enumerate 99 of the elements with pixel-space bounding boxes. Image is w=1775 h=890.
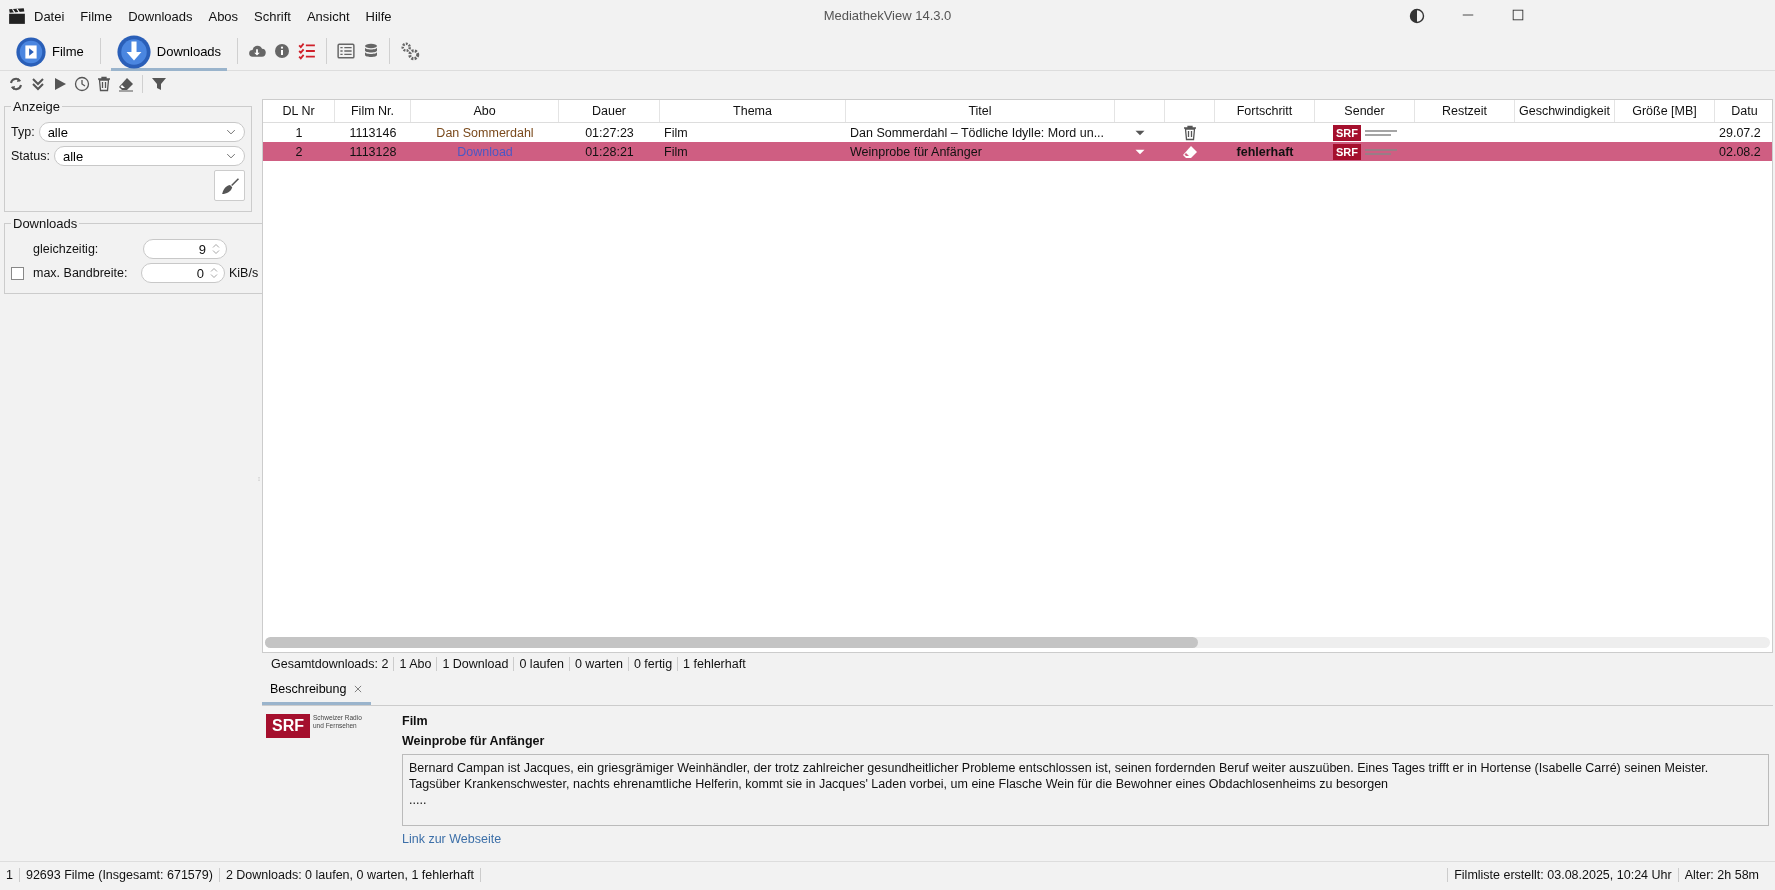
eraser-icon[interactable]	[118, 76, 134, 92]
column-header[interactable]: Film Nr.	[335, 100, 411, 122]
count-label: 1 Abo	[393, 657, 437, 671]
chevron-down-icon	[226, 151, 236, 161]
table-cell-text: 29.07.2	[1718, 125, 1762, 140]
dropdown[interactable]: alle	[53, 146, 245, 166]
logo-caption-icon	[1364, 147, 1398, 156]
brush-icon	[220, 176, 239, 195]
table-cell-text: Film	[663, 144, 689, 159]
unit-label: KiB/s	[229, 266, 259, 280]
website-link[interactable]: Link zur Webseite	[402, 832, 502, 846]
count-label: 0 laufen	[513, 657, 569, 671]
table-cell-text: Film	[663, 125, 689, 140]
number-field[interactable]: 0	[141, 263, 225, 283]
column-header[interactable]: DL Nr	[263, 100, 335, 122]
table-cell-text: 1113146	[348, 125, 398, 140]
menu-item[interactable]: Downloads	[120, 4, 201, 28]
table-cell-text: 01:27:23	[584, 125, 635, 140]
column-header[interactable]: Sender	[1315, 100, 1415, 122]
menu-item[interactable]: Abos	[200, 4, 247, 28]
menu-item[interactable]: Datei	[26, 4, 73, 28]
window-title: MediathekView 14.3.0	[823, 8, 952, 23]
film-circle-icon[interactable]	[16, 36, 46, 67]
count-label: 0 warten	[568, 657, 628, 671]
description-text: Bernard Campan ist Jacques, ein griesgrämiger Weinhändler, der trotz zahlreicher gesundheitlicher Probleme entschlossen ist, seinen fordernden Beruf weiter auszuüben. Eines Tages trifft er in Hortense (Isabelle Carré) seinen Meister. Tagsüber Krankenschwester, nachts ehrenamtliche Helferin, kommt sie in Jacques' Laden vorbei, um eine Flasche Wein für die Bewohner eines Obdachlosenheims zu besorgen	[409, 760, 1710, 792]
panel-title: Downloads	[12, 216, 79, 231]
sender-logo: SRF	[266, 714, 310, 738]
eraser-icon[interactable]	[1182, 143, 1198, 160]
table-cell-text: Dan Sommerdahl – Tödliche Idylle: Mord un...	[849, 125, 1106, 140]
number-field[interactable]: 9	[143, 239, 227, 259]
table-cell-text: 02.08.2	[1718, 144, 1762, 159]
count-label: 0 fertig	[627, 657, 678, 671]
play-icon[interactable]	[52, 76, 68, 92]
close-icon[interactable]	[353, 684, 364, 694]
field-label: Status:	[11, 149, 50, 163]
checkbox[interactable]	[11, 266, 24, 280]
clapperboard-icon	[8, 7, 26, 25]
column-header[interactable]: Geschwindigkeit	[1515, 100, 1615, 122]
scrollbar-thumb[interactable]	[265, 637, 1199, 648]
count-label: 1 Download	[436, 657, 514, 671]
contrast-icon[interactable]	[1409, 8, 1425, 24]
double-chevron-icon[interactable]	[30, 76, 46, 92]
chevron-down-icon	[226, 127, 236, 137]
sender-logo: SRF	[1333, 124, 1361, 141]
table-cell-text: 01:28:21	[584, 144, 635, 159]
table-cell-text: 1113128	[348, 144, 398, 159]
trash-icon[interactable]	[1182, 124, 1198, 141]
logo-caption-icon	[1364, 128, 1398, 137]
table-cell-text: 1	[294, 125, 304, 140]
column-header[interactable]: Datu	[1715, 100, 1772, 122]
description-text: .....	[409, 792, 428, 808]
column-header[interactable]: Abo	[411, 100, 559, 122]
gears-icon[interactable]	[400, 41, 421, 61]
column-header[interactable]: Thema	[660, 100, 846, 122]
main-tab[interactable]: Downloads	[110, 35, 228, 71]
panel-title: Anzeige	[12, 99, 61, 114]
table-row[interactable]: 1 1113146 Dan Sommerdahl 01:27:23 Film Dan Sommerdahl – Tödliche Idylle: Mord un... SRF 29.07.2	[263, 123, 1772, 142]
table-cell-text: Weinprobe für Anfänger	[849, 144, 983, 159]
refresh-icon[interactable]	[8, 76, 24, 92]
status-text: Filmliste erstellt: 03.08.2025, 10:24 Uhr	[1447, 868, 1678, 882]
field-label: Typ:	[11, 125, 35, 139]
table-cell-text: Download	[456, 144, 514, 159]
database-icon[interactable]	[363, 42, 380, 60]
download-circle-icon[interactable]	[116, 34, 151, 69]
list-icon[interactable]	[337, 42, 356, 60]
status-text: 2 Downloads: 0 laufen, 0 warten, 1 fehlerhaft	[219, 868, 481, 882]
reset-filter-button[interactable]	[214, 170, 245, 201]
column-header[interactable]: Dauer	[559, 100, 660, 122]
table-cell-text: fehlerhaft	[1235, 144, 1295, 159]
topic-label: Film	[402, 714, 429, 728]
count-label: 1 fehlerhaft	[677, 657, 751, 671]
film-title: Weinprobe für Anfänger	[402, 734, 546, 748]
checklist-icon[interactable]	[298, 42, 317, 60]
menu-item[interactable]: Hilfe	[357, 4, 400, 28]
column-header[interactable]: Restzeit	[1415, 100, 1515, 122]
dropdown[interactable]: alle	[38, 122, 245, 142]
main-tab[interactable]: Filme	[10, 35, 90, 71]
sender-logo: SRF	[1333, 143, 1361, 160]
trash-icon[interactable]	[96, 76, 112, 92]
info-icon[interactable]	[274, 43, 291, 59]
field-label: gleichzeitig:	[33, 242, 100, 256]
filter-icon[interactable]	[151, 76, 167, 92]
status-text: 92693 Filme (Insgesamt: 671579)	[19, 868, 220, 882]
clock-icon[interactable]	[74, 76, 90, 92]
maximize-icon[interactable]	[1511, 8, 1525, 22]
menu-item[interactable]: Filme	[72, 4, 121, 28]
column-header[interactable]: Größe [MB]	[1615, 100, 1715, 122]
column-header[interactable]: Fortschritt	[1215, 100, 1315, 122]
table-row[interactable]: 2 1113128 Download 01:28:21 Film Weinprobe für Anfänger fehlerhaft SRF 02.08.2	[263, 142, 1772, 161]
status-text: Alter: 2h 58m	[1677, 868, 1765, 882]
detail-tab[interactable]: Beschreibung	[262, 676, 372, 705]
column-header[interactable]: Titel	[846, 100, 1115, 122]
field-label: max. Bandbreite:	[33, 266, 129, 280]
menu-item[interactable]: Schrift	[246, 4, 299, 28]
table-cell-text: Dan Sommerdahl	[435, 125, 535, 140]
count-label: Gesamtdownloads: 2	[270, 657, 390, 671]
menu-item[interactable]: Ansicht	[298, 4, 358, 28]
status-text: 1	[0, 868, 20, 882]
table-cell-text: 2	[294, 144, 304, 159]
